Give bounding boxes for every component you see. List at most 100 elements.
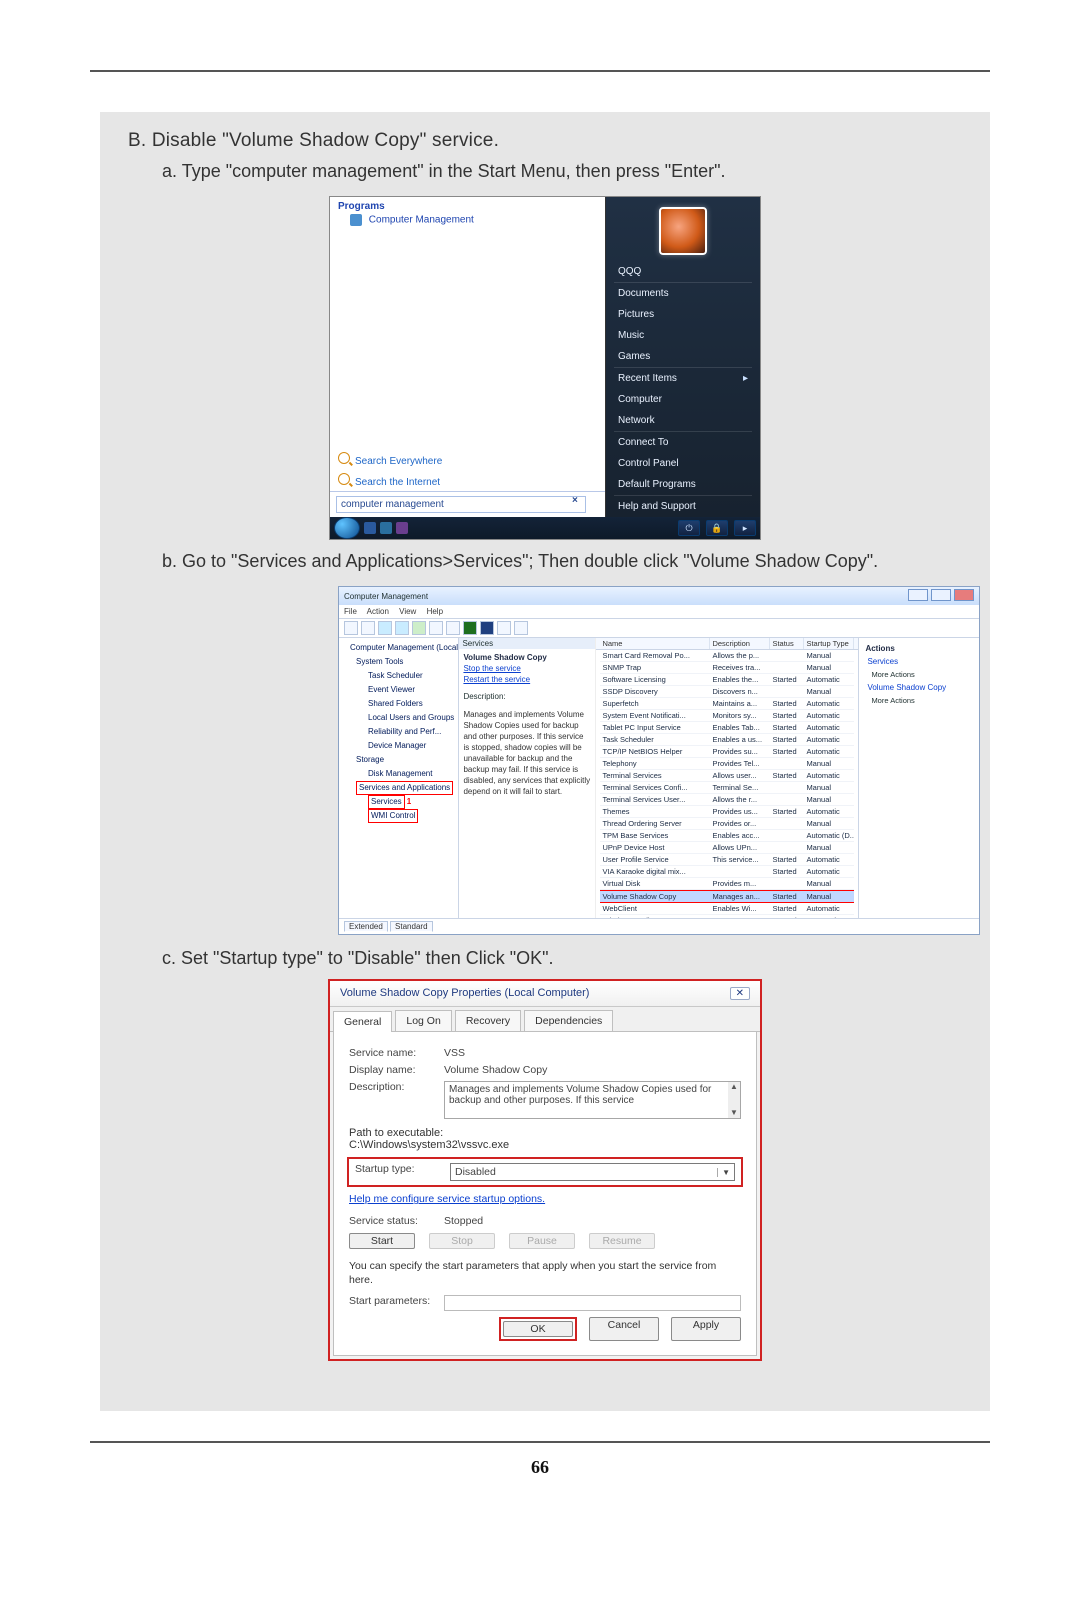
start-menu-item[interactable]: Computer — [606, 389, 760, 410]
tree-storage[interactable]: Storage — [342, 753, 455, 767]
scroll-up-icon[interactable]: ▲ — [728, 1082, 740, 1092]
start-menu-item[interactable]: Network — [606, 410, 760, 431]
tab-general[interactable]: General — [333, 1011, 392, 1032]
start-menu-item[interactable]: Music — [606, 325, 760, 346]
start-menu-item[interactable]: Default Programs — [606, 474, 760, 495]
menu-file[interactable]: File — [344, 607, 357, 616]
stop-service-link[interactable]: Stop the service — [463, 664, 591, 673]
menu-action[interactable]: Action — [367, 607, 389, 616]
table-row[interactable]: UPnP Device HostAllows UPn...Manual — [596, 842, 858, 854]
start-search-input[interactable] — [336, 496, 586, 513]
table-row[interactable]: Thread Ordering ServerProvides or...Manu… — [596, 818, 858, 830]
toolbar-stop-icon[interactable] — [480, 621, 494, 635]
start-menu-item[interactable]: Help and Support — [606, 496, 760, 517]
menu-view[interactable]: View — [399, 607, 416, 616]
start-menu-item[interactable]: Recent Items▸ — [606, 368, 760, 389]
user-name[interactable]: QQQ — [606, 261, 760, 282]
tree-root[interactable]: Computer Management (Local) — [342, 641, 455, 655]
col-description[interactable]: Description — [710, 638, 770, 649]
tree-services-applications[interactable]: Services and Applications — [356, 781, 453, 795]
start-button[interactable]: Start — [349, 1233, 415, 1249]
table-row[interactable]: SNMP TrapReceives tra...Manual — [596, 662, 858, 674]
start-menu-item[interactable]: Control Panel — [606, 453, 760, 474]
table-row[interactable]: TPM Base ServicesEnables acc...Automatic… — [596, 830, 858, 842]
table-row[interactable]: Smart Card Removal Po...Allows the p...M… — [596, 650, 858, 662]
start-menu-item[interactable]: Pictures — [606, 304, 760, 325]
table-row[interactable]: TCP/IP NetBIOS HelperProvides su...Start… — [596, 746, 858, 758]
toolbar-pause-icon[interactable] — [497, 621, 511, 635]
table-row[interactable]: Virtual DiskProvides m...Manual — [596, 878, 858, 890]
actions-services[interactable]: Services — [867, 657, 971, 666]
table-row[interactable]: Terminal Services User...Allows the r...… — [596, 794, 858, 806]
toolbar-icon[interactable] — [395, 621, 409, 635]
power-button[interactable]: ⏻ — [678, 520, 700, 536]
tree-item[interactable]: Event Viewer — [342, 683, 455, 697]
toolbar-icon[interactable] — [446, 621, 460, 635]
taskbar-icon[interactable] — [364, 522, 376, 534]
lock-button[interactable]: 🔒 — [706, 520, 728, 536]
apply-button[interactable]: Apply — [671, 1317, 741, 1341]
table-row[interactable]: ThemesProvides us...StartedAutomatic — [596, 806, 858, 818]
tab-extended[interactable]: Extended — [344, 921, 388, 932]
tab-dependencies[interactable]: Dependencies — [524, 1010, 613, 1031]
tree-item[interactable]: Disk Management — [342, 767, 455, 781]
toolbar-icon[interactable] — [412, 621, 426, 635]
actions-more-2[interactable]: More Actions — [865, 696, 973, 705]
col-startup-type[interactable]: Startup Type — [804, 638, 854, 649]
table-row[interactable]: User Profile ServiceThis service...Start… — [596, 854, 858, 866]
help-configure-link[interactable]: Help me configure service startup option… — [349, 1193, 741, 1205]
taskbar-icon[interactable] — [380, 522, 392, 534]
tab-recovery[interactable]: Recovery — [455, 1010, 521, 1031]
cancel-button[interactable]: Cancel — [589, 1317, 659, 1341]
search-internet[interactable]: Search the Internet — [330, 470, 605, 491]
table-row[interactable]: VIA Karaoke digital mix...StartedAutomat… — [596, 866, 858, 878]
tree-services[interactable]: Services — [371, 797, 402, 806]
scroll-down-icon[interactable]: ▼ — [728, 1108, 740, 1118]
start-menu-item[interactable]: Documents — [606, 283, 760, 304]
start-parameters-input[interactable] — [444, 1295, 741, 1311]
toolbar-icon[interactable] — [429, 621, 443, 635]
resume-button[interactable]: Resume — [589, 1233, 655, 1249]
program-computer-management[interactable]: Computer Management — [330, 212, 605, 234]
toolbar-icon[interactable] — [378, 621, 392, 635]
tree-item[interactable]: Task Scheduler — [342, 669, 455, 683]
actions-vsc[interactable]: Volume Shadow Copy — [867, 683, 971, 692]
table-row[interactable]: Terminal ServicesAllows user...StartedAu… — [596, 770, 858, 782]
table-row[interactable]: Windows AudioManages au...StartedAutomat… — [596, 915, 858, 918]
tree-item[interactable]: Device Manager — [342, 739, 455, 753]
toolbar-start-icon[interactable] — [463, 621, 477, 635]
table-row[interactable]: Volume Shadow CopyManages an...StartedMa… — [596, 890, 858, 903]
table-row[interactable]: TelephonyProvides Tel...Manual — [596, 758, 858, 770]
col-status[interactable]: Status — [770, 638, 804, 649]
power-menu-button[interactable]: ▸ — [734, 520, 756, 536]
restart-service-link[interactable]: Restart the service — [463, 675, 591, 684]
close-button[interactable] — [954, 589, 974, 601]
table-row[interactable]: Terminal Services Confi...Terminal Se...… — [596, 782, 858, 794]
tab-standard[interactable]: Standard — [390, 921, 432, 932]
table-row[interactable]: System Event Notificati...Monitors sy...… — [596, 710, 858, 722]
table-row[interactable]: WebClientEnables Wi...StartedAutomatic — [596, 903, 858, 915]
start-orb-icon[interactable] — [334, 517, 360, 539]
tree-wmi-control[interactable]: WMI Control — [368, 809, 418, 823]
menu-help[interactable]: Help — [427, 607, 443, 616]
search-everywhere[interactable]: Search Everywhere — [330, 449, 605, 470]
table-row[interactable]: Task SchedulerEnables a us...StartedAuto… — [596, 734, 858, 746]
tree-system-tools[interactable]: System Tools — [342, 655, 455, 669]
table-row[interactable]: SSDP DiscoveryDiscovers n...Manual — [596, 686, 858, 698]
description-box[interactable]: Manages and implements Volume Shadow Cop… — [444, 1081, 741, 1119]
tree-item[interactable]: Local Users and Groups — [342, 711, 455, 725]
ok-button[interactable]: OK — [503, 1321, 573, 1337]
toolbar-restart-icon[interactable] — [514, 621, 528, 635]
start-menu-item[interactable]: Connect To — [606, 432, 760, 453]
start-menu-item[interactable]: Games — [606, 346, 760, 367]
clear-search-icon[interactable]: × — [572, 495, 578, 506]
maximize-button[interactable] — [931, 589, 951, 601]
tab-log-on[interactable]: Log On — [395, 1010, 451, 1031]
tree-item[interactable]: Reliability and Perf... — [342, 725, 455, 739]
taskbar-icon[interactable] — [396, 522, 408, 534]
minimize-button[interactable] — [908, 589, 928, 601]
table-row[interactable]: SuperfetchMaintains a...StartedAutomatic — [596, 698, 858, 710]
tree-item[interactable]: Shared Folders — [342, 697, 455, 711]
stop-button[interactable]: Stop — [429, 1233, 495, 1249]
actions-more[interactable]: More Actions — [865, 670, 973, 679]
